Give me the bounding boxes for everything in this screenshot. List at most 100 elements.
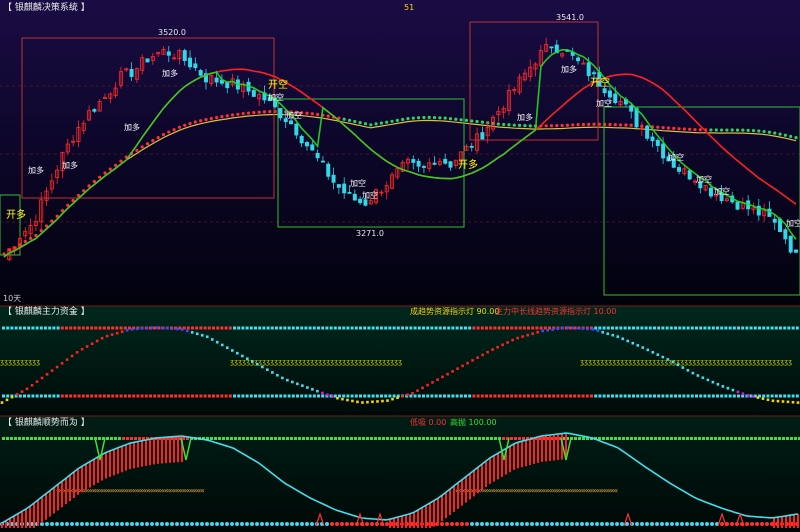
trend-top-band <box>746 437 749 440</box>
trend-bottom-band <box>200 522 204 526</box>
band-dot <box>167 130 171 134</box>
fund-band-dot <box>464 394 467 398</box>
fund-band-dot <box>661 394 665 398</box>
band-dot <box>762 129 766 134</box>
trend-bottom-band <box>240 522 244 526</box>
fund-band-dot <box>472 394 476 398</box>
trend-top-band <box>522 437 525 440</box>
band-dot <box>374 122 378 126</box>
fund-band-dot <box>556 394 560 398</box>
fund-band-dot <box>279 394 283 398</box>
trend-top-band <box>210 437 213 440</box>
fund-line-point <box>90 342 94 346</box>
fund-line-point <box>566 326 570 329</box>
trend-bottom-band <box>485 522 489 526</box>
band-dot <box>592 122 596 126</box>
fund-line-point <box>15 393 19 396</box>
fund-band-dot <box>770 394 774 398</box>
trend-top-band <box>398 437 401 440</box>
fund-band-dot <box>304 394 308 398</box>
trend-bottom-band <box>590 522 594 526</box>
trend-top-band <box>730 437 733 440</box>
trend-bottom-band <box>165 522 169 526</box>
band-dot <box>220 115 224 119</box>
trend-bottom-band <box>580 522 584 526</box>
fund-band-dot <box>636 326 640 330</box>
band-dot <box>587 122 591 126</box>
chevron-down-icon[interactable]: ⌄ <box>70 307 77 316</box>
fund-band-dot <box>249 394 253 398</box>
trend-top-band <box>786 437 789 440</box>
signal-annotation: 加多 <box>162 68 178 78</box>
trend-bottom-band <box>460 522 464 526</box>
trend-top-band <box>502 437 505 440</box>
fund-band-dot <box>111 394 115 398</box>
trend-top-band <box>70 437 73 440</box>
trend-bottom-band <box>160 522 164 526</box>
trend-legend-1: 低吸 0.00 <box>410 417 446 427</box>
fund-line-point <box>266 368 269 371</box>
trend-top-band <box>602 437 605 440</box>
fund-line-point <box>686 369 690 372</box>
fund-line-point <box>606 332 610 336</box>
fund-line-point <box>621 337 625 341</box>
fund-band-dot <box>480 326 484 330</box>
fund-band-dot <box>564 394 568 398</box>
trend-top-band <box>218 437 221 440</box>
fund-line-point <box>145 326 149 330</box>
fund-band-dot <box>359 326 362 330</box>
fund-line-point <box>786 400 790 404</box>
fund-line-point <box>306 386 309 389</box>
trend-top-band <box>414 437 417 440</box>
trend-bottom-band <box>690 522 694 526</box>
trend-top-band <box>302 437 305 440</box>
fund-line-point <box>346 398 349 402</box>
fund-band-dot <box>560 394 564 398</box>
trend-top-band <box>62 437 65 440</box>
band-dot <box>432 115 437 120</box>
band-dot <box>661 126 665 130</box>
fund-band-dot <box>77 394 81 398</box>
candle-body <box>443 158 448 164</box>
trend-top-band <box>658 437 661 440</box>
trend-top-band <box>750 437 753 440</box>
fund-line-point <box>105 334 109 338</box>
band-dot <box>316 112 320 117</box>
band-dot <box>347 118 352 122</box>
trend-top-band <box>258 437 261 440</box>
band-dot <box>395 118 399 122</box>
fund-line-point <box>681 366 685 369</box>
trend-top-band <box>14 437 17 440</box>
chevron-down-icon[interactable]: ⌄ <box>70 418 77 427</box>
trend-top-band <box>118 437 121 440</box>
fund-band-dot <box>86 394 89 398</box>
trend-bottom-band <box>490 522 494 526</box>
candle-body <box>188 57 193 68</box>
trend-bottom-band <box>145 522 149 526</box>
fund-band-dot <box>228 394 232 398</box>
band-dot <box>565 123 570 127</box>
band-dot <box>741 128 745 132</box>
trend-bottom-band <box>650 522 654 526</box>
fund-line-point <box>576 326 580 330</box>
fund-line-point <box>771 399 775 403</box>
band-dot <box>342 117 346 121</box>
trend-bottom-band <box>175 522 179 526</box>
fund-band-dot <box>728 394 732 398</box>
fund-band-dot <box>522 394 526 398</box>
fund-line-point <box>701 376 705 380</box>
fund-band-dot <box>644 394 648 398</box>
fund-line-point <box>511 338 514 342</box>
trend-bottom-band <box>350 522 354 526</box>
fund-band-dot <box>648 394 652 398</box>
trend-top-band <box>606 437 609 440</box>
fund-line-point <box>691 371 695 375</box>
fund-band-dot <box>518 326 522 330</box>
trend-top-band <box>766 437 769 440</box>
band-dot <box>555 124 559 128</box>
fund-line-point <box>571 326 575 330</box>
fund-line-point <box>671 360 675 364</box>
chevron-down-icon[interactable]: ⌄ <box>70 3 77 12</box>
fund-band-dot <box>753 326 757 330</box>
band-dot <box>209 116 213 121</box>
